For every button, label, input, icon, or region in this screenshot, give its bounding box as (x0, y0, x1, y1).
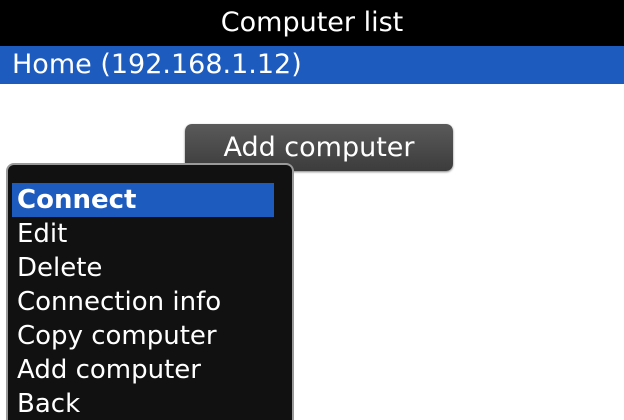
menu-item-back[interactable]: Back (12, 387, 274, 420)
menu-item-connect[interactable]: Connect (12, 183, 274, 217)
menu-item-delete[interactable]: Delete (12, 251, 274, 285)
context-menu: Connect Edit Delete Connection info Copy… (6, 163, 294, 420)
menu-item-edit[interactable]: Edit (12, 217, 274, 251)
page-title: Computer list (0, 0, 624, 46)
menu-item-copy-computer[interactable]: Copy computer (12, 319, 274, 353)
menu-item-connection-info[interactable]: Connection info (12, 285, 274, 319)
screen: Computer list Home (192.168.1.12) Add co… (0, 0, 624, 420)
menu-item-add-computer[interactable]: Add computer (12, 353, 274, 387)
computer-list: Home (192.168.1.12) (0, 46, 624, 84)
list-item-computer[interactable]: Home (192.168.1.12) (0, 46, 624, 84)
